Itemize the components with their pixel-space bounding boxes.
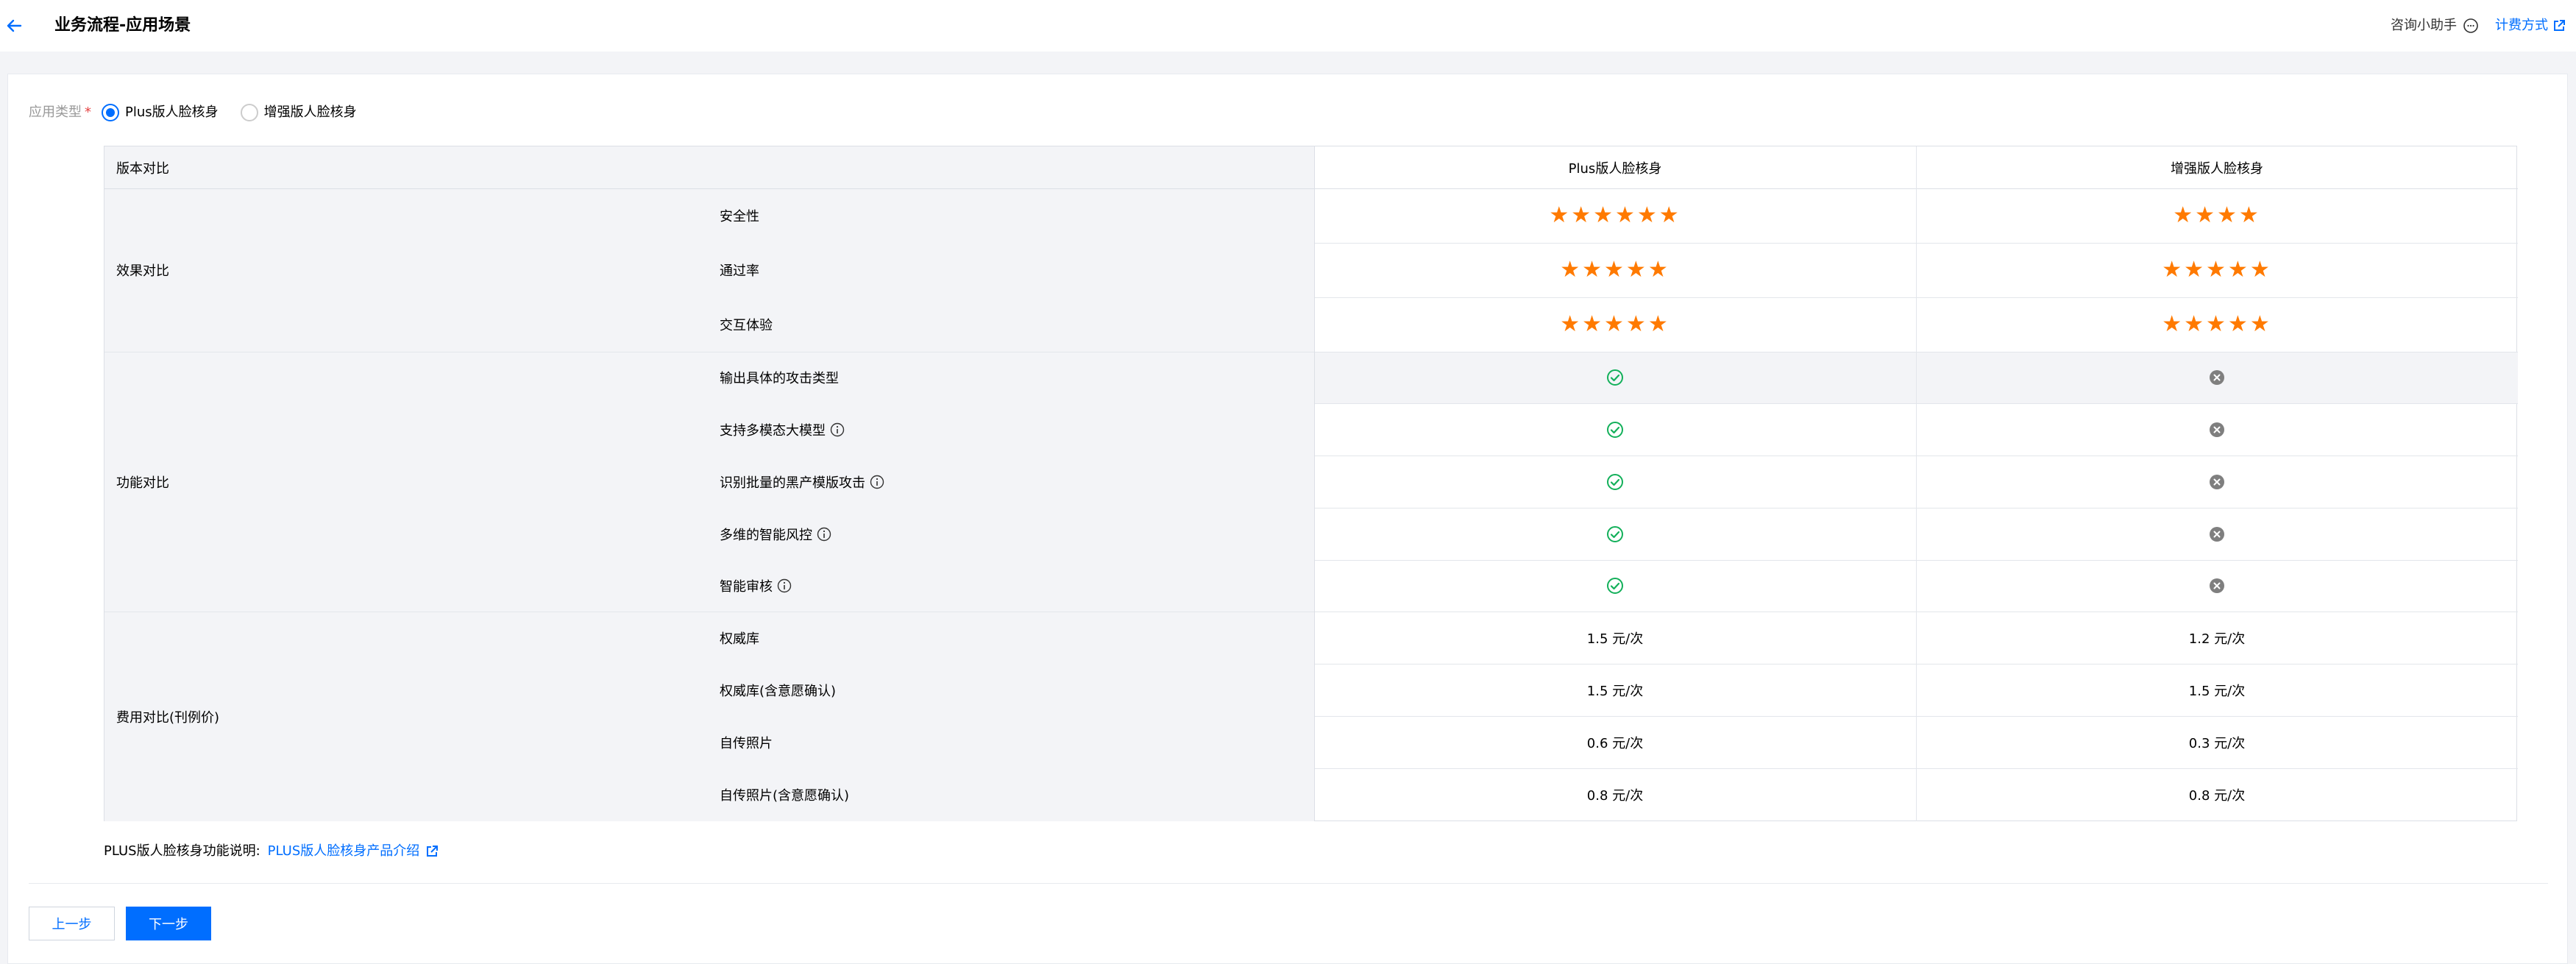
info-icon[interactable] <box>817 527 831 542</box>
radio-enhanced-circle[interactable] <box>240 104 258 121</box>
x-circle-icon <box>2210 474 2224 489</box>
radio-plus-label: Plus版人脸核身 <box>125 104 219 120</box>
row-value <box>1916 352 2518 403</box>
product-intro-link[interactable]: PLUS版人脸核身产品介绍 <box>268 842 439 861</box>
star-rating: ★★★★★★ <box>1549 202 1681 228</box>
header-version-compare: 版本对比 <box>116 160 169 177</box>
row-name: 安全性 <box>708 188 1314 243</box>
row-value <box>1916 508 2518 560</box>
row-name: 识别批量的黑产模版攻击 <box>708 456 1314 508</box>
row-value: 1.5 元/次 <box>2188 683 2246 699</box>
row-value <box>1314 456 1916 508</box>
grid-line <box>1916 146 1917 821</box>
prev-step-button[interactable]: 上一步 <box>29 907 115 940</box>
description-row: PLUS版人脸核身功能说明: PLUS版人脸核身产品介绍 <box>104 842 439 861</box>
check-circle-icon <box>1607 525 1623 542</box>
x-circle-icon <box>2210 526 2224 542</box>
row-name: 通过率 <box>708 243 1314 297</box>
back-arrow-icon[interactable] <box>0 13 28 38</box>
row-value <box>1916 403 2518 456</box>
row-name: 自传照片(含意愿确认) <box>708 768 1314 821</box>
billing-label: 计费方式 <box>2495 18 2548 33</box>
star-rating: ★★★★★ <box>1560 311 1670 337</box>
billing-link[interactable]: 计费方式 <box>2495 16 2566 35</box>
grid-line <box>104 188 2518 189</box>
row-value: ★★★★★ <box>1916 243 2518 297</box>
row-value <box>1314 403 1916 456</box>
next-step-button[interactable]: 下一步 <box>126 907 211 940</box>
radio-plus[interactable]: Plus版人脸核身 <box>102 104 219 121</box>
radio-enhanced-label: 增强版人脸核身 <box>263 104 357 120</box>
row-value: 1.5 元/次 <box>1586 683 1644 699</box>
row-name: 输出具体的攻击类型 <box>720 371 839 386</box>
description-label: PLUS版人脸核身功能说明: <box>104 843 260 859</box>
row-value: 1.5 元/次 <box>1586 631 1644 647</box>
info-icon[interactable] <box>830 422 845 437</box>
row-value <box>1314 560 1916 612</box>
row-value <box>1314 508 1916 560</box>
star-rating: ★★★★ <box>2173 202 2261 228</box>
row-value: 1.2 元/次 <box>2188 631 2246 647</box>
star-rating: ★★★★★ <box>2162 257 2272 283</box>
radio-plus-circle[interactable] <box>102 104 119 121</box>
external-link-icon <box>427 846 439 857</box>
x-circle-icon <box>2210 422 2224 437</box>
check-circle-icon <box>1607 578 1623 594</box>
assistant-link[interactable]: 咨询小助手 <box>2391 16 2479 35</box>
row-value <box>1916 456 2518 508</box>
grid-line <box>1314 146 1315 821</box>
external-link-icon <box>2554 20 2565 31</box>
row-name: 自传照片 <box>708 716 1314 768</box>
row-name: 多维的智能风控 <box>708 508 1314 560</box>
row-name: 权威库 <box>708 612 1314 664</box>
x-circle-icon <box>2210 578 2224 593</box>
check-circle-icon <box>1607 369 1623 386</box>
row-name: 交互体验 <box>708 297 1314 352</box>
row-value <box>1916 560 2518 612</box>
comparison-table: 版本对比 Plus版人脸核身 增强版人脸核身 效果对比 功能对比 费用对比(刊例… <box>104 146 2518 821</box>
row-value <box>1314 352 1916 403</box>
page-title: 业务流程-应用场景 <box>54 16 191 35</box>
star-rating: ★★★★★ <box>1560 257 1670 283</box>
row-value: 0.8 元/次 <box>1586 788 1644 804</box>
star-rating: ★★★★★ <box>2162 311 2272 337</box>
group-effect: 效果对比 <box>104 188 708 352</box>
header-plus: Plus版人脸核身 <box>1568 160 1662 177</box>
row-value: 0.6 元/次 <box>1586 735 1644 751</box>
header-enhanced: 增强版人脸核身 <box>2171 160 2263 177</box>
row-value: ★★★★★ <box>1314 297 1916 352</box>
row-name: 智能审核 <box>708 560 1314 612</box>
assistant-label: 咨询小助手 <box>2391 18 2457 33</box>
row-value: ★★★★★ <box>1314 243 1916 297</box>
table-header-cell: 版本对比 <box>104 146 1314 188</box>
row-name: 支持多模态大模型 <box>708 403 1314 456</box>
check-circle-icon <box>1607 473 1623 490</box>
row-value: 0.3 元/次 <box>2188 735 2246 751</box>
app-type-row: 应用类型 * Plus版人脸核身 增强版人脸核身 <box>29 104 357 121</box>
row-value: ★★★★★★ <box>1314 188 1916 243</box>
check-circle-icon <box>1607 421 1623 438</box>
app-type-label: 应用类型 * <box>29 104 91 120</box>
row-name: 权威库(含意愿确认) <box>708 664 1314 716</box>
x-circle-icon <box>2210 370 2224 385</box>
row-value: ★★★★ <box>1916 188 2518 243</box>
chat-bubble-icon <box>2463 18 2478 33</box>
group-fee: 费用对比(刊例价) <box>104 612 708 821</box>
main-card: 应用类型 * Plus版人脸核身 增强版人脸核身 版本对比 Plus版人脸核身 增… <box>7 74 2568 964</box>
row-value: 0.8 元/次 <box>2188 788 2246 804</box>
group-function: 功能对比 <box>104 352 708 612</box>
top-bar: 业务流程-应用场景 咨询小助手 计费方式 <box>0 0 2576 52</box>
divider <box>29 883 2548 884</box>
info-icon[interactable] <box>777 578 792 593</box>
info-icon[interactable] <box>870 475 884 489</box>
radio-enhanced[interactable]: 增强版人脸核身 <box>240 104 357 121</box>
row-value: ★★★★★ <box>1916 297 2518 352</box>
